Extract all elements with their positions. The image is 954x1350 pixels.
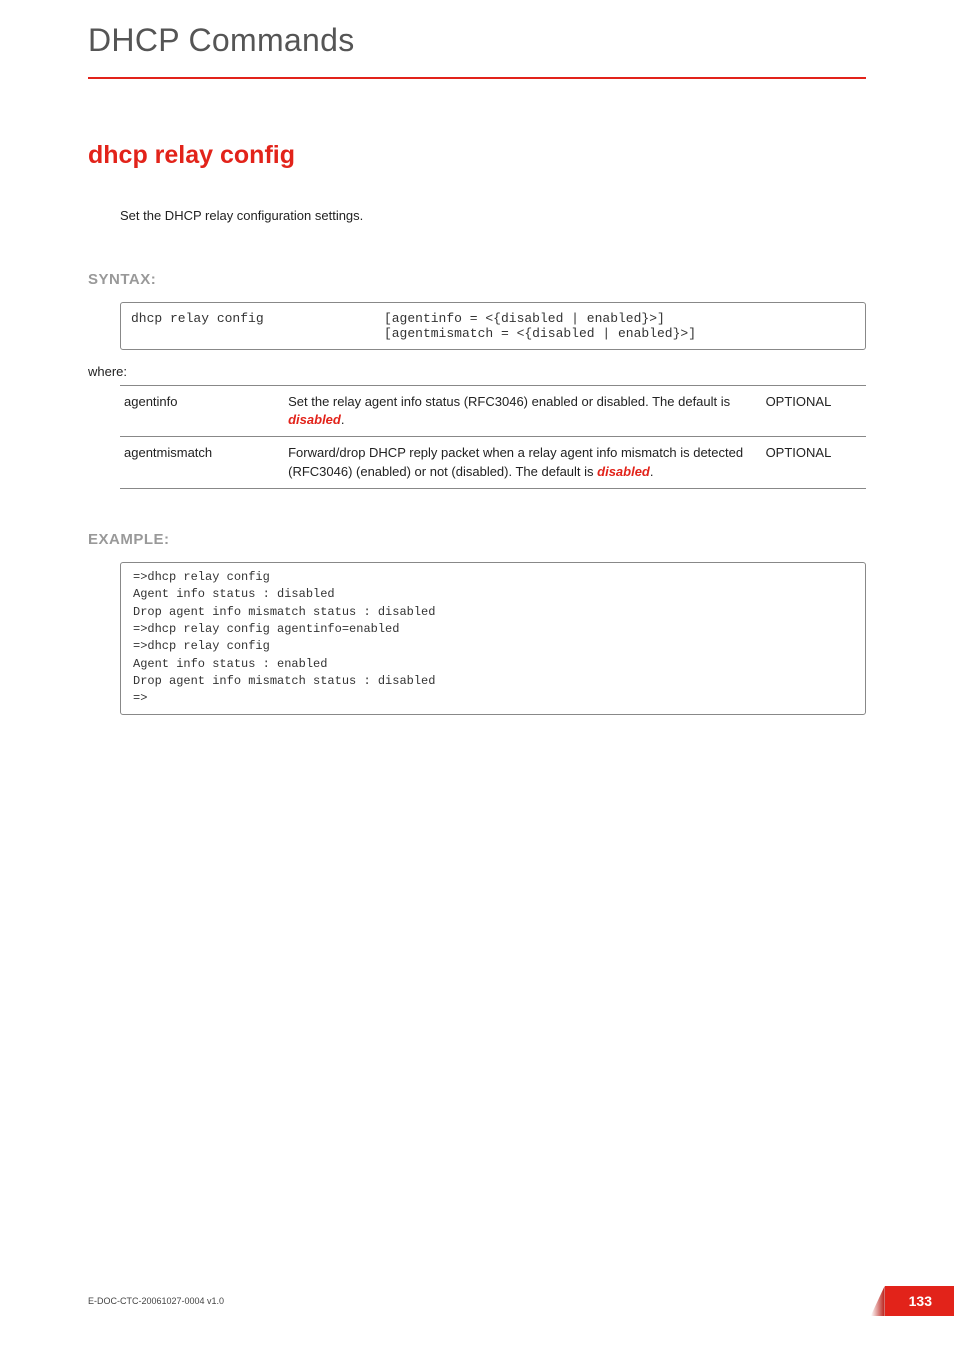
example-label: EXAMPLE: xyxy=(88,531,866,548)
param-desc-post: . xyxy=(650,464,654,479)
where-label: where: xyxy=(88,364,866,379)
param-desc-post: . xyxy=(341,412,345,427)
page-footer: E-DOC-CTC-20061027-0004 v1.0 133 xyxy=(88,1286,954,1316)
syntax-args: [agentinfo = <{disabled | enabled}>] [ag… xyxy=(374,303,865,349)
syntax-label: SYNTAX: xyxy=(88,271,866,288)
example-box: =>dhcp relay config Agent info status : … xyxy=(120,562,866,715)
params-table: agentinfo Set the relay agent info statu… xyxy=(120,385,866,489)
param-row: agentinfo Set the relay agent info statu… xyxy=(120,386,866,437)
chapter-title: DHCP Commands xyxy=(88,22,866,59)
command-title: dhcp relay config xyxy=(88,141,866,170)
syntax-box: dhcp relay config [agentinfo = <{disable… xyxy=(120,302,866,350)
param-desc: Set the relay agent info status (RFC3046… xyxy=(284,386,761,437)
page-header: DHCP Commands xyxy=(0,0,954,79)
param-desc-pre: Set the relay agent info status (RFC3046… xyxy=(288,394,730,409)
content: dhcp relay config Set the DHCP relay con… xyxy=(0,141,954,715)
param-name: agentinfo xyxy=(120,386,284,437)
syntax-command: dhcp relay config xyxy=(121,303,374,349)
param-name: agentmismatch xyxy=(120,437,284,488)
param-desc-pre: Forward/drop DHCP reply packet when a re… xyxy=(288,445,743,478)
syntax-table: dhcp relay config [agentinfo = <{disable… xyxy=(121,303,865,349)
command-description: Set the DHCP relay configuration setting… xyxy=(120,208,866,223)
example-section: EXAMPLE: =>dhcp relay config Agent info … xyxy=(88,531,866,715)
param-flag: OPTIONAL xyxy=(762,386,866,437)
footer-doc-id: E-DOC-CTC-20061027-0004 v1.0 xyxy=(88,1296,224,1306)
param-default: disabled xyxy=(597,464,650,479)
header-rule xyxy=(88,77,866,79)
page-number-badge: 133 xyxy=(885,1286,954,1316)
syntax-section: SYNTAX: dhcp relay config [agentinfo = <… xyxy=(88,271,866,350)
param-flag: OPTIONAL xyxy=(762,437,866,488)
param-default: disabled xyxy=(288,412,341,427)
param-row: agentmismatch Forward/drop DHCP reply pa… xyxy=(120,437,866,488)
param-desc: Forward/drop DHCP reply packet when a re… xyxy=(284,437,761,488)
